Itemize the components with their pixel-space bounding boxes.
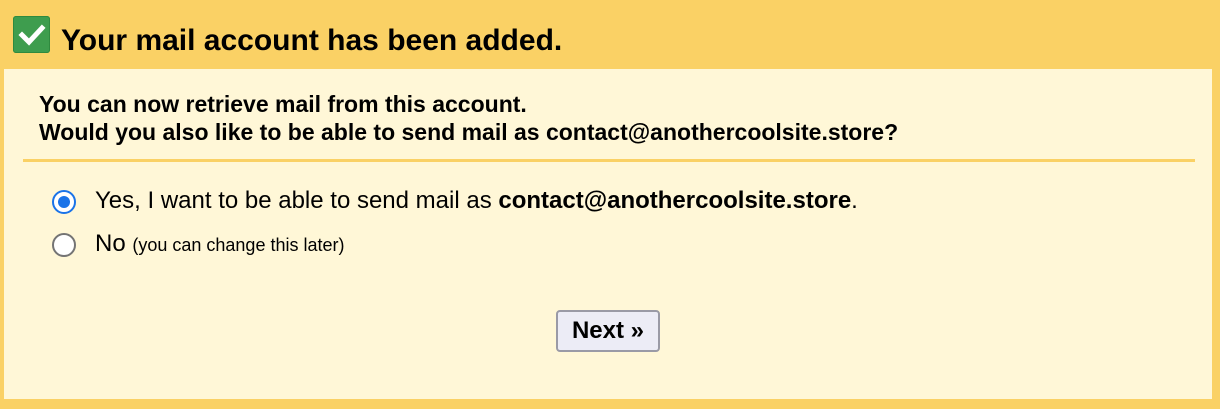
send-as-no-radio[interactable]	[52, 233, 76, 257]
yes-email: contact@anothercoolsite.store	[498, 187, 852, 214]
question-line-1: You can now retrieve mail from this acco…	[39, 91, 527, 117]
page-title: Your mail account has been added.	[61, 24, 563, 57]
no-hint: (you can change this later)	[132, 235, 345, 255]
send-as-yes-label[interactable]: Yes, I want to be able to send mail as c…	[95, 186, 858, 216]
question-text: You can now retrieve mail from this acco…	[39, 90, 898, 146]
yes-period: .	[851, 187, 858, 214]
yes-text: Yes, I want to be able to send mail as	[95, 187, 499, 214]
send-as-yes-radio[interactable]	[52, 190, 76, 214]
no-text: No	[95, 230, 126, 257]
check-icon	[13, 16, 50, 53]
success-banner: Your mail account has been added.	[0, 0, 1220, 69]
send-mail-panel: You can now retrieve mail from this acco…	[4, 69, 1212, 399]
send-as-no-label[interactable]: No (you can change this later)	[95, 229, 344, 260]
question-line-2: Would you also like to be able to send m…	[39, 119, 899, 145]
divider	[23, 159, 1195, 162]
checkmark-icon	[18, 24, 46, 46]
next-button[interactable]: Next »	[556, 310, 660, 352]
